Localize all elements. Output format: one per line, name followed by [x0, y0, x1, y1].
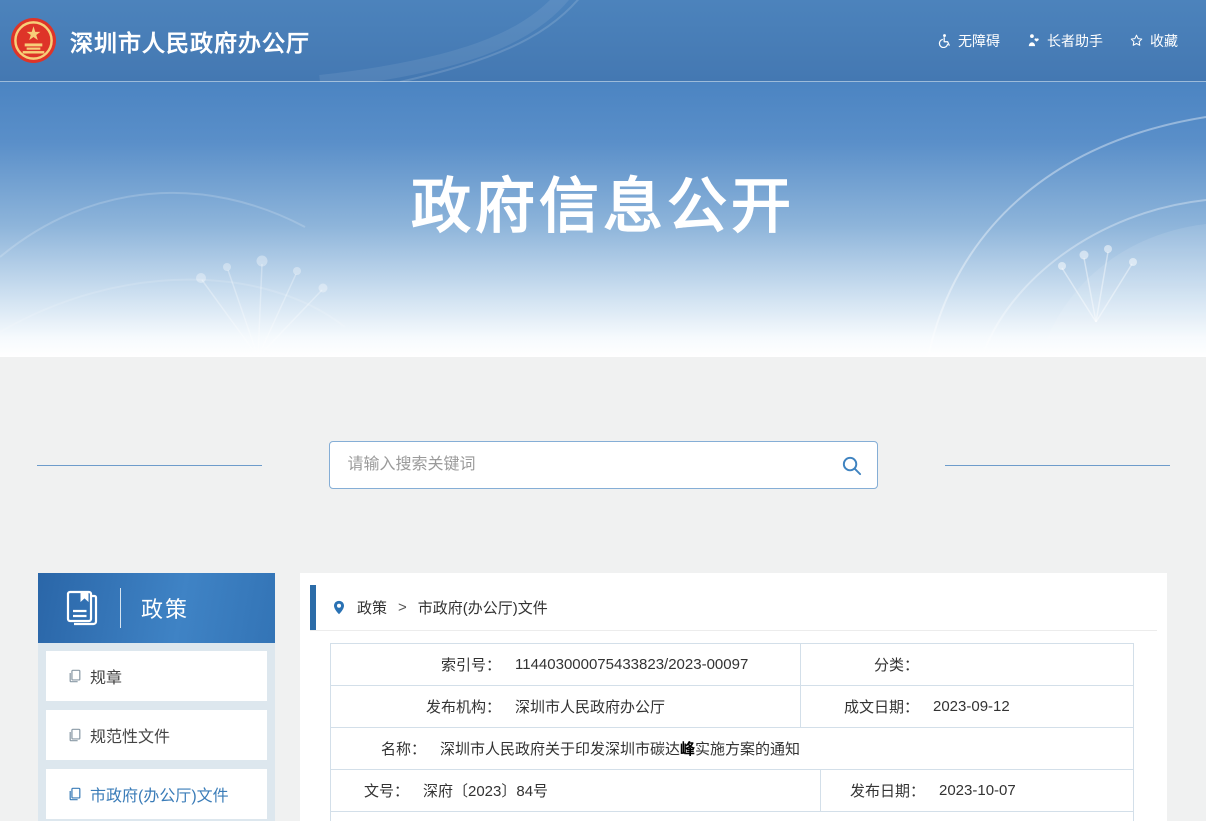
index-number-value: 114403000075433823/2023-00097: [501, 656, 748, 673]
document-number-value: 深府〔2023〕84号: [409, 780, 548, 801]
document-number-label: 文号：: [331, 780, 409, 801]
sidebar-item-regulations[interactable]: 规章: [46, 651, 267, 701]
accessibility-label: 无障碍: [958, 31, 1000, 51]
document-meta-table: 索引号： 114403000075433823/2023-00097 分类： 发…: [330, 643, 1134, 821]
search-input[interactable]: [330, 442, 877, 488]
book-icon: [62, 588, 102, 628]
search-box: [329, 441, 878, 489]
site-logo-brand[interactable]: 深圳市人民政府办公厅: [10, 17, 310, 64]
publish-date-label: 发布日期：: [821, 780, 925, 801]
document-name-label: 名称：: [331, 738, 426, 759]
document-name-value: 深圳市人民政府关于印发深圳市碳达峰实施方案的通知: [426, 738, 800, 759]
sidebar-menu: 规章 规范性文件 市政府(办公厅)文件: [38, 643, 275, 821]
sidebar-title: 政策: [141, 592, 189, 624]
document-icon: [68, 669, 82, 683]
elder-assist-label: 长者助手: [1047, 31, 1103, 51]
page-banner: 政府信息公开: [0, 82, 1206, 357]
breadcrumb-accent-bar: [310, 585, 316, 630]
breadcrumb-root[interactable]: 政策: [357, 597, 387, 618]
table-row: 名称： 深圳市人民政府关于印发深圳市碳达峰实施方案的通知: [331, 728, 1134, 770]
search-icon[interactable]: [840, 454, 863, 477]
national-emblem-icon: [10, 17, 57, 64]
category-label: 分类：: [801, 654, 919, 675]
favorite-link[interactable]: 收藏: [1129, 31, 1178, 51]
publish-date-value: 2023-10-07: [925, 782, 1016, 799]
index-number-cell: 索引号： 114403000075433823/2023-00097: [331, 644, 801, 686]
table-row: 文号： 深府〔2023〕84号 发布日期： 2023-10-07: [331, 770, 1134, 812]
accessibility-link[interactable]: 无障碍: [937, 31, 1000, 51]
document-icon: [68, 728, 82, 742]
category-cell: 分类：: [801, 644, 1134, 686]
table-row: 发布机构： 深圳市人民政府办公厅 成文日期： 2023-09-12: [331, 686, 1134, 728]
elder-assist-link[interactable]: 长者助手: [1026, 31, 1103, 51]
breadcrumb-current[interactable]: 市政府(办公厅)文件: [418, 597, 548, 618]
elder-person-icon: [1026, 33, 1041, 48]
favorite-label: 收藏: [1150, 31, 1178, 51]
document-name-cell: 名称： 深圳市人民政府关于印发深圳市碳达峰实施方案的通知: [331, 728, 1134, 770]
highlighted-term: 峰: [680, 741, 695, 758]
issuing-agency-cell: 发布机构： 深圳市人民政府办公厅: [331, 686, 801, 728]
location-pin-icon: [331, 598, 347, 617]
sidebar-header: 政策: [38, 573, 275, 643]
clipped-row-cell: [331, 812, 1134, 821]
decor-line-right: [945, 465, 1170, 466]
document-number-cell: 文号： 深府〔2023〕84号: [331, 770, 821, 812]
star-icon: [1129, 33, 1144, 48]
sidebar: 政策 规章 规范性文件: [38, 573, 275, 821]
issuing-agency-label: 发布机构：: [331, 696, 501, 717]
written-date-value: 2023-09-12: [919, 698, 1010, 715]
sidebar-item-label: 市政府(办公厅)文件: [90, 782, 229, 806]
sidebar-item-label: 规范性文件: [90, 723, 170, 747]
document-icon: [68, 787, 82, 801]
sidebar-item-normative-documents[interactable]: 规范性文件: [46, 710, 267, 760]
site-title: 深圳市人民政府办公厅: [70, 24, 310, 58]
sidebar-item-municipal-documents[interactable]: 市政府(办公厅)文件: [46, 769, 267, 819]
publish-date-cell: 发布日期： 2023-10-07: [821, 770, 1134, 812]
table-row: [331, 812, 1134, 821]
table-row: 索引号： 114403000075433823/2023-00097 分类：: [331, 644, 1134, 686]
index-number-label: 索引号：: [331, 654, 501, 675]
sidebar-item-label: 规章: [90, 664, 122, 688]
breadcrumb-separator: >: [398, 599, 407, 616]
breadcrumb: 政策 > 市政府(办公厅)文件: [310, 585, 1157, 631]
page-title: 政府信息公开: [0, 82, 1206, 245]
issuing-agency-value: 深圳市人民政府办公厅: [501, 696, 665, 717]
top-header: 深圳市人民政府办公厅 无障碍 长者助手: [0, 0, 1206, 82]
header-links: 无障碍 长者助手 收藏: [937, 31, 1178, 51]
main-panel: 政策 > 市政府(办公厅)文件 索引号： 114403000075433823/…: [300, 573, 1167, 821]
sidebar-divider: [120, 588, 121, 628]
written-date-label: 成文日期：: [801, 696, 919, 717]
search-section: [0, 357, 1206, 489]
written-date-cell: 成文日期： 2023-09-12: [801, 686, 1134, 728]
wheelchair-icon: [937, 33, 952, 48]
decor-line-left: [37, 465, 262, 466]
content-area: 政策 规章 规范性文件: [0, 573, 1206, 821]
